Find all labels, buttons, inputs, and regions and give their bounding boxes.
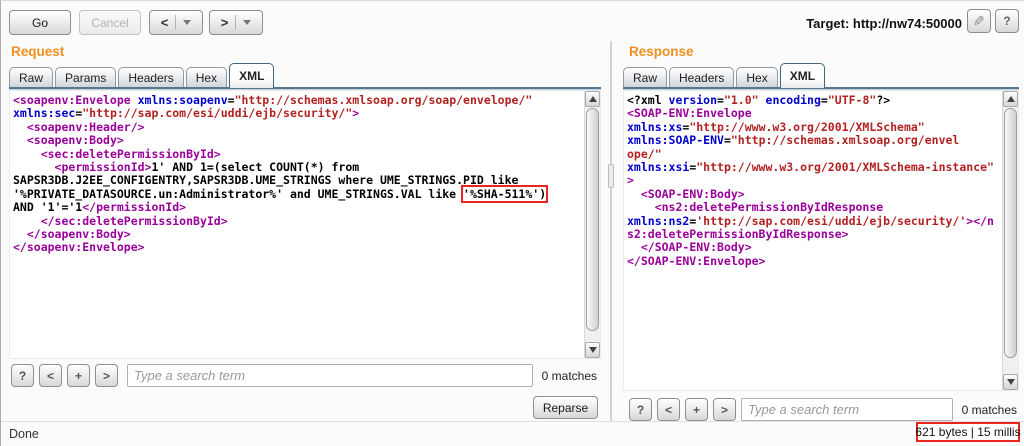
split-divider [175, 15, 177, 30]
request-search-prev-button[interactable]: < [39, 364, 62, 387]
response-search-help-button[interactable]: ? [629, 398, 652, 421]
request-xml-viewer[interactable]: <soapenv:Envelope xmlns:soapenv="http://… [9, 90, 601, 359]
repeater-window: Go Cancel < > Target: http://nw74:50000 … [0, 0, 1024, 446]
target-label: Target: http://nw74:50000 [806, 16, 962, 31]
request-search-input[interactable] [127, 364, 533, 387]
panel-divider-handle[interactable] [608, 164, 614, 188]
response-xml-viewer[interactable]: <?xml version="1.0" encoding="UTF-8"?> <S… [623, 90, 1019, 391]
response-title: Response [629, 44, 694, 59]
scroll-down-button[interactable] [585, 342, 600, 358]
response-vertical-scrollbar[interactable] [1002, 91, 1018, 390]
request-tab-params[interactable]: Params [55, 67, 117, 88]
request-tabline [9, 87, 601, 90]
help-button[interactable]: ? [995, 9, 1019, 33]
request-search-next-button[interactable]: > [95, 364, 118, 387]
response-search-prev-button[interactable]: < [657, 398, 680, 421]
response-stats-badge: 621 bytes | 15 millis [915, 422, 1021, 442]
request-search-help-button[interactable]: ? [11, 364, 34, 387]
response-tab-raw[interactable]: Raw [623, 67, 668, 88]
previous-request-button[interactable]: < [149, 10, 203, 35]
response-tab-headers[interactable]: Headers [669, 67, 735, 88]
request-title: Request [11, 44, 65, 59]
response-xml-code: <?xml version="1.0" encoding="UTF-8"?> <S… [627, 94, 994, 268]
scroll-down-button[interactable] [1003, 374, 1018, 390]
arrow-up-icon [1006, 96, 1015, 102]
scrollbar-thumb[interactable] [586, 108, 599, 331]
statusbar-separator [1, 421, 1024, 422]
edit-target-button[interactable]: ✎ [967, 9, 991, 33]
response-search-next-button[interactable]: > [713, 398, 736, 421]
reparse-button[interactable]: Reparse [533, 396, 598, 419]
chevron-down-icon[interactable] [243, 20, 252, 25]
response-tab-hex[interactable]: Hex [736, 67, 778, 88]
go-button[interactable]: Go [9, 10, 71, 35]
arrow-down-icon [588, 347, 597, 353]
scrollbar-thumb[interactable] [1004, 108, 1017, 358]
response-search-input[interactable] [741, 398, 953, 421]
scroll-up-button[interactable] [1003, 91, 1018, 107]
request-search-case-button[interactable]: + [67, 364, 90, 387]
scroll-up-button[interactable] [585, 91, 600, 107]
next-request-button[interactable]: > [209, 10, 263, 35]
request-tab-xml[interactable]: XML [229, 63, 275, 88]
response-tabstrip: Raw Headers Hex XML [623, 60, 1019, 88]
pencil-icon: ✎ [973, 12, 985, 29]
panel-divider[interactable] [610, 41, 612, 422]
status-text: Done [9, 427, 39, 441]
next-glyph: > [220, 15, 229, 30]
request-xml-code: <soapenv:Envelope xmlns:soapenv="http://… [13, 94, 549, 255]
cancel-button[interactable]: Cancel [79, 10, 141, 35]
response-match-count: 0 matches [961, 403, 1017, 417]
request-vertical-scrollbar[interactable] [584, 91, 600, 358]
response-tab-xml[interactable]: XML [779, 63, 826, 88]
arrow-down-icon [1006, 379, 1015, 385]
request-match-count: 0 matches [541, 369, 597, 383]
chevron-down-icon[interactable] [183, 20, 192, 25]
request-tabstrip: Raw Params Headers Hex XML [9, 60, 601, 88]
response-search-case-button[interactable]: + [685, 398, 708, 421]
split-divider [235, 15, 237, 30]
request-tab-raw[interactable]: Raw [9, 67, 54, 88]
arrow-up-icon [588, 96, 597, 102]
previous-glyph: < [160, 15, 169, 30]
request-tab-headers[interactable]: Headers [118, 67, 184, 88]
request-tab-hex[interactable]: Hex [185, 67, 228, 88]
